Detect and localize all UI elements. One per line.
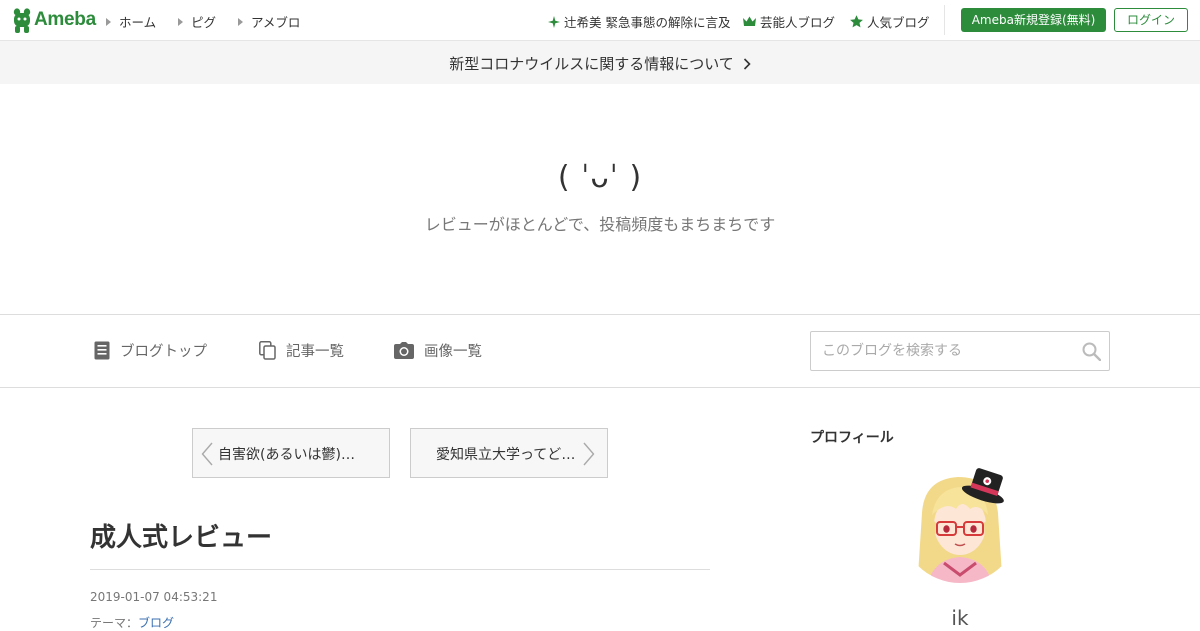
covid-info-link[interactable]: 新型コロナウイルスに関する情報について — [449, 53, 751, 74]
image-list-label: 画像一覧 — [424, 344, 482, 360]
popular-blog-label: 人気ブログ — [867, 15, 930, 30]
triangle-right-icon — [238, 17, 243, 26]
ameba-mascot-icon — [13, 8, 31, 33]
nav-home-label: ホーム — [119, 15, 157, 30]
chevron-left-icon — [201, 442, 213, 466]
register-button[interactable]: Ameba新規登録(無料) — [961, 8, 1106, 32]
blog-title[interactable]: ( ˈᴗˈ ) — [0, 160, 1200, 195]
blog-search-box — [810, 331, 1110, 371]
celebrity-blog-link[interactable]: 芸能人ブログ — [743, 12, 835, 31]
triangle-right-icon — [178, 17, 183, 26]
blog-description: レビューがほとんどで、投稿頻度もまちまちです — [424, 215, 776, 234]
image-list-link[interactable]: 画像一覧 — [394, 340, 482, 361]
header-divider — [944, 5, 945, 35]
blog-top-link[interactable]: ブログトップ — [94, 340, 207, 361]
document-icon — [94, 341, 110, 360]
top-header: Ameba ホーム ピグ アメブロ 辻希美 緊急事態の解除に言及 芸能人ブログ … — [0, 0, 1200, 41]
crown-icon — [743, 16, 756, 26]
popular-blog-link[interactable]: 人気ブログ — [850, 12, 930, 31]
logo-text: Ameba — [34, 9, 96, 30]
trending-topic-link[interactable]: 辻希美 緊急事態の解除に言及 — [548, 12, 730, 31]
profile-name[interactable]: ik — [900, 606, 1020, 630]
chevron-right-icon — [583, 442, 595, 466]
blog-nav: ブログトップ 記事一覧 画像一覧 — [0, 314, 1200, 388]
theme-label: テーマ： — [90, 616, 139, 630]
celebrity-blog-label: 芸能人ブログ — [760, 15, 836, 30]
article-divider — [90, 569, 710, 570]
blog-top-label: ブログトップ — [120, 344, 207, 360]
ameba-logo[interactable]: Ameba — [12, 7, 96, 33]
covid-info-label: 新型コロナウイルスに関する情報について — [449, 55, 734, 73]
camera-icon — [394, 342, 414, 359]
theme-link[interactable]: ブログ — [138, 616, 174, 630]
star-icon — [850, 15, 863, 28]
next-article-button[interactable]: 愛知県立大学ってどんなところ — [410, 428, 608, 478]
nav-pigg-label: ピグ — [191, 15, 217, 30]
prev-article-button[interactable]: 自害欲(あるいは鬱)について — [192, 428, 390, 478]
article-theme: テーマ：ブログ — [90, 614, 174, 631]
copy-icon — [259, 341, 276, 360]
nav-ameblo-link[interactable]: アメブロ — [238, 12, 300, 31]
nav-pigg-link[interactable]: ピグ — [178, 12, 216, 31]
sparkle-icon — [548, 15, 560, 28]
nav-ameblo-label: アメブロ — [251, 15, 301, 30]
prev-article-title: 自害欲(あるいは鬱)について — [218, 447, 368, 463]
announcement-bar: 新型コロナウイルスに関する情報について — [0, 41, 1200, 84]
avatar[interactable] — [900, 463, 1020, 583]
trending-topic-label: 辻希美 緊急事態の解除に言及 — [564, 15, 731, 30]
article-date: 2019-01-07 04:53:21 — [90, 590, 218, 604]
profile-heading: プロフィール — [810, 430, 894, 446]
login-button[interactable]: ログイン — [1114, 8, 1188, 32]
article-title[interactable]: 成人式レビュー — [90, 517, 272, 554]
search-icon[interactable] — [1082, 342, 1101, 361]
chevron-right-icon — [743, 57, 751, 70]
next-article-title: 愛知県立大学ってどんなところ — [436, 447, 586, 463]
nav-home-link[interactable]: ホーム — [106, 12, 156, 31]
article-list-label: 記事一覧 — [286, 344, 344, 360]
article-list-link[interactable]: 記事一覧 — [259, 340, 344, 361]
triangle-right-icon — [106, 17, 111, 26]
blog-search-input[interactable] — [812, 333, 1082, 369]
